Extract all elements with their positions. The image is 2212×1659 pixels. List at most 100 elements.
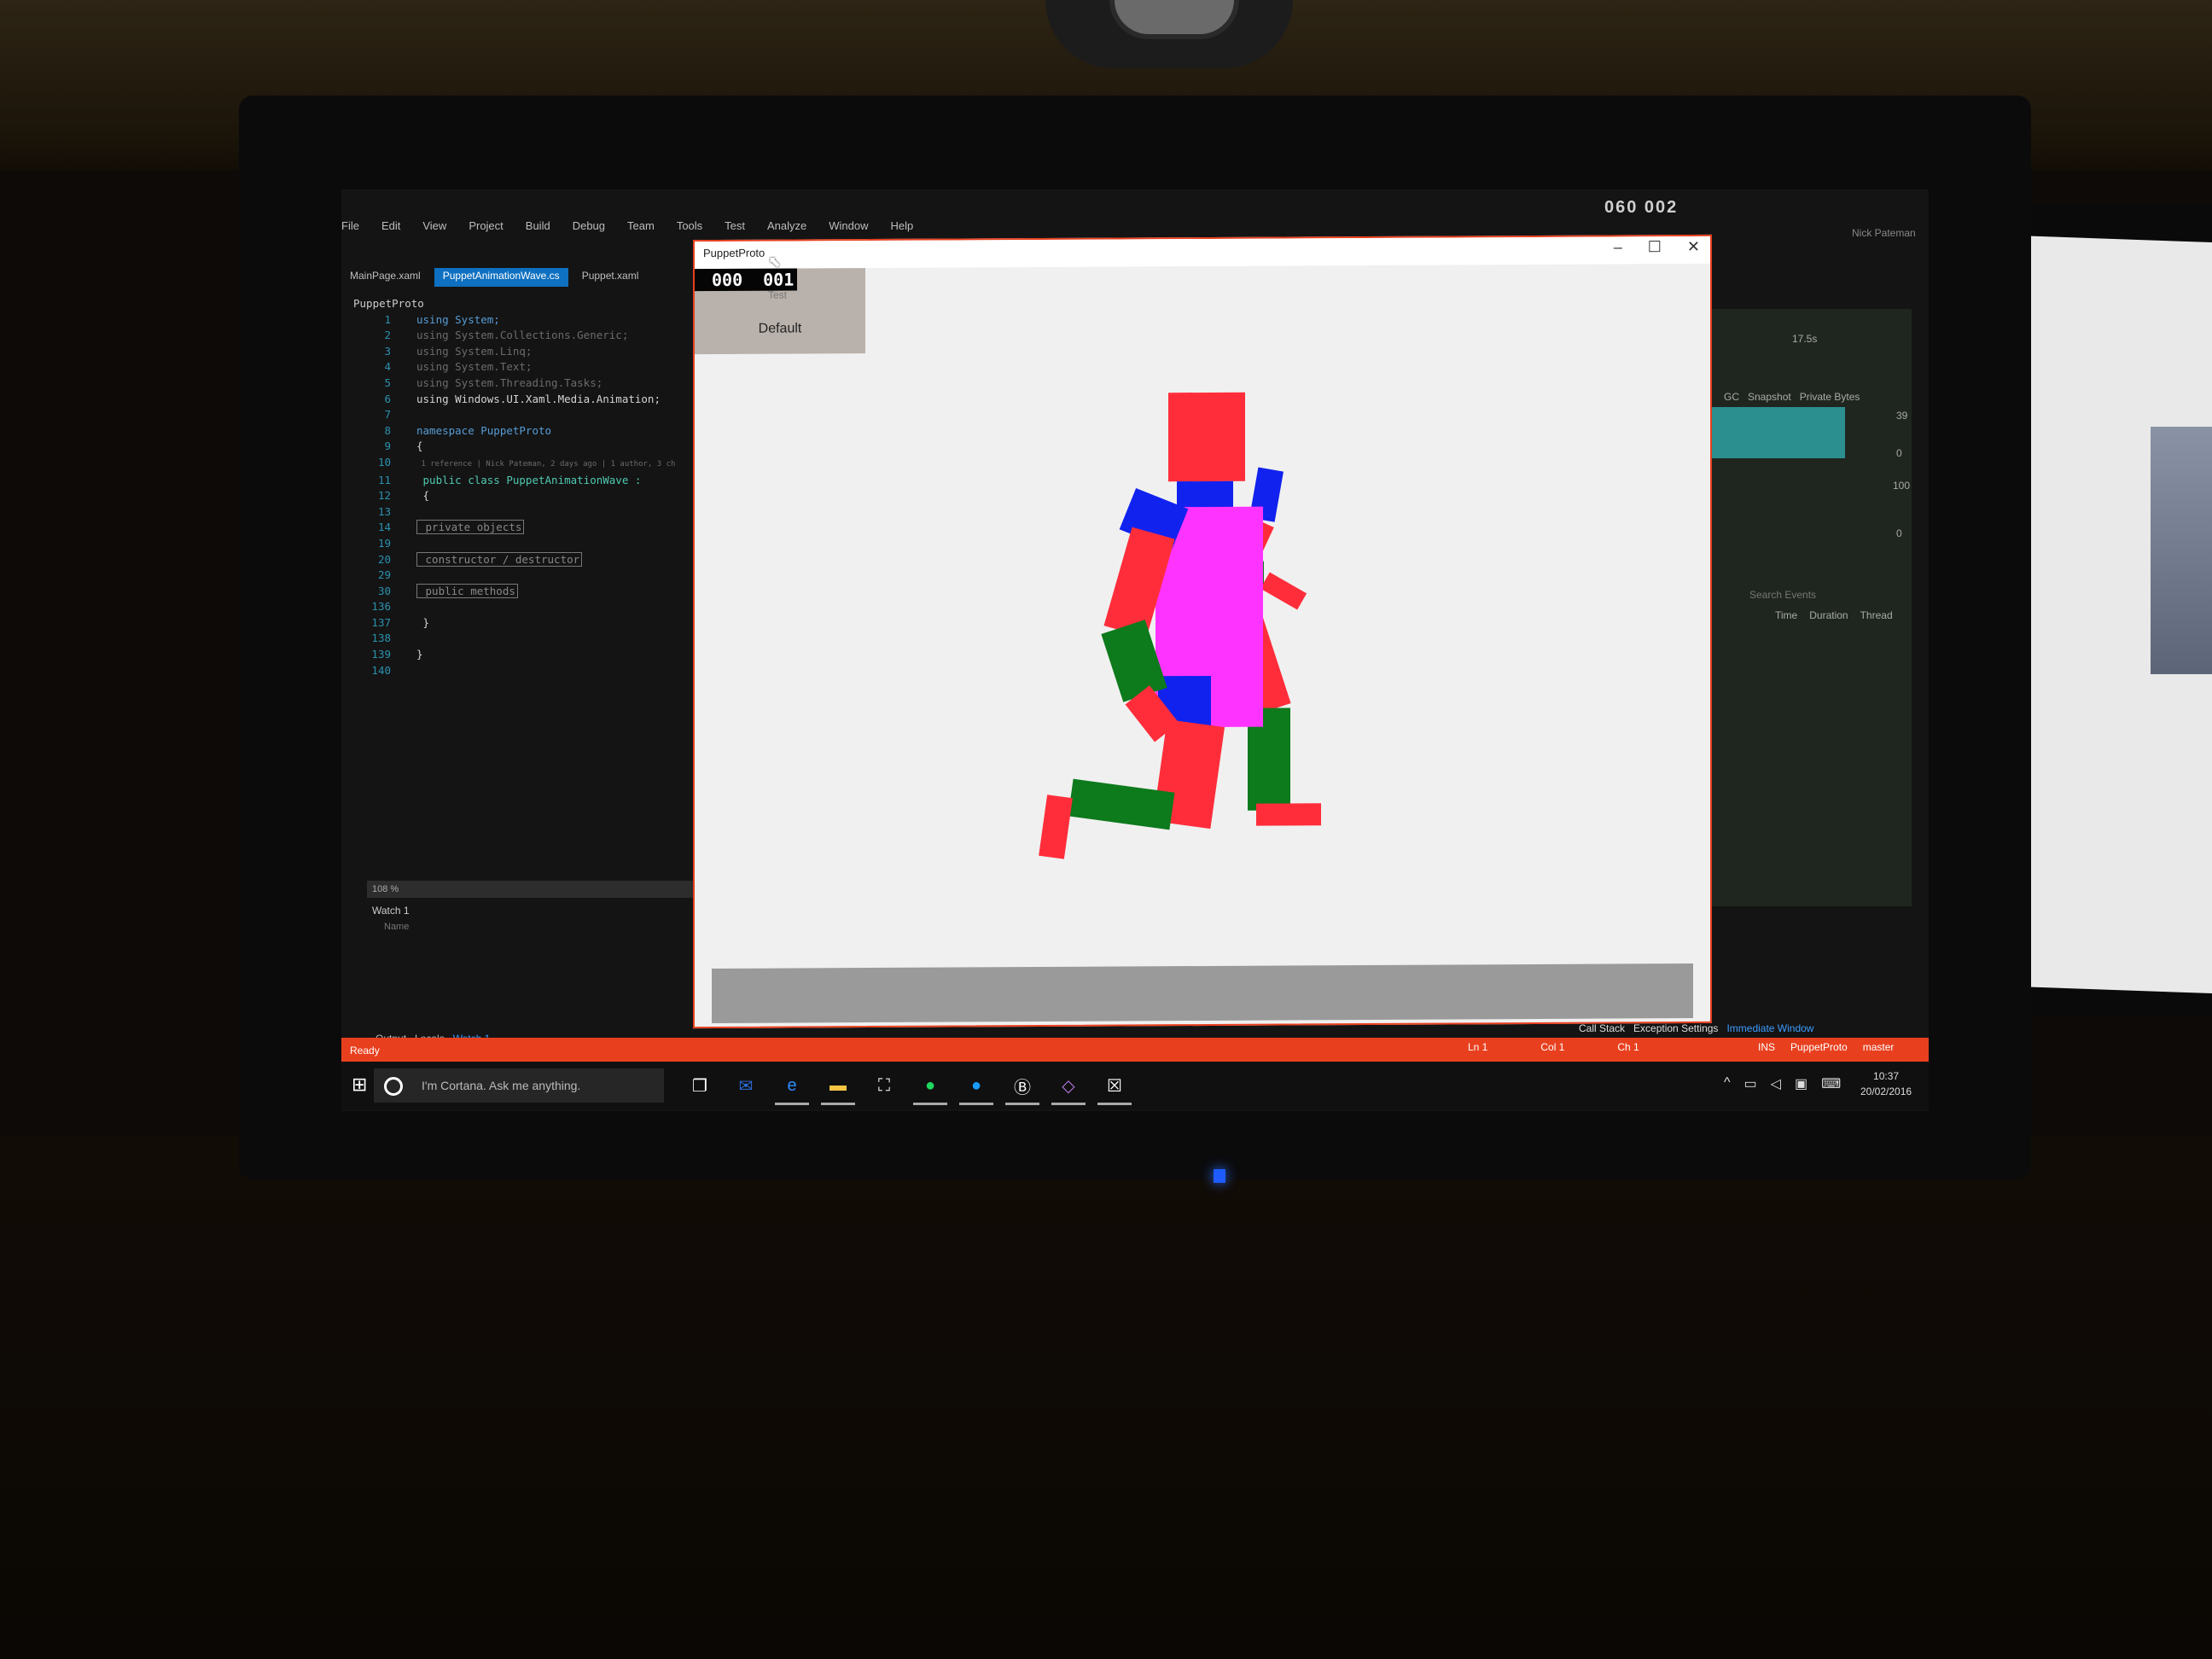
counter-a: 000 bbox=[712, 269, 743, 291]
test-button[interactable]: Test bbox=[768, 289, 787, 301]
menu-debug[interactable]: Debug bbox=[573, 219, 605, 242]
keyboard-icon[interactable]: ⌨ bbox=[1821, 1075, 1841, 1092]
clock-time: 10:37 bbox=[1873, 1070, 1900, 1082]
puppetproto-app-icon[interactable]: ☒ bbox=[1097, 1068, 1132, 1105]
code-line: 11 public class PuppetAnimationWave : bbox=[377, 473, 642, 486]
volume-icon[interactable]: ◁ bbox=[1771, 1075, 1781, 1092]
windows-start-icon[interactable]: ⊞ bbox=[352, 1074, 367, 1096]
column-thread[interactable]: Thread bbox=[1860, 609, 1893, 621]
diagnostic-legend: GC Snapshot Private Bytes bbox=[1724, 391, 1860, 403]
edge-icon[interactable]: e bbox=[775, 1068, 809, 1105]
status-branch[interactable]: master bbox=[1863, 1041, 1895, 1053]
status-ins: INS bbox=[1758, 1041, 1776, 1053]
tab-mainpage[interactable]: MainPage.xaml bbox=[341, 268, 429, 287]
menu-team[interactable]: Team bbox=[627, 219, 655, 242]
chevron-up-icon[interactable]: ^ bbox=[1724, 1075, 1731, 1092]
notification-icon[interactable]: ▣ bbox=[1795, 1075, 1807, 1092]
tab-puppetanimationwave[interactable]: PuppetAnimationWave.cs bbox=[434, 268, 568, 287]
code-line: 8 namespace PuppetProto bbox=[384, 423, 552, 437]
frame-counter: 060 002 bbox=[1604, 198, 1679, 217]
code-line: 19 bbox=[377, 536, 391, 550]
signed-in-user[interactable]: Nick Pateman bbox=[1852, 227, 1916, 239]
cortana-search-box[interactable]: I'm Cortana. Ask me anything. bbox=[374, 1068, 664, 1103]
menu-tools[interactable]: Tools bbox=[677, 219, 702, 242]
menu-project[interactable]: Project bbox=[469, 219, 503, 242]
monitor-screen: File Edit View Project Build Debug Team … bbox=[341, 189, 1929, 1111]
menu-view[interactable]: View bbox=[422, 219, 446, 242]
cortana-icon bbox=[384, 1077, 403, 1096]
legend-private-bytes: Private Bytes bbox=[1799, 391, 1860, 403]
network-icon[interactable]: ▭ bbox=[1744, 1075, 1757, 1092]
legend-snapshot: Snapshot bbox=[1748, 391, 1791, 403]
taskbar-apps: ❐ ✉ e ▬ ⛶ ● ● Ⓑ ◇ ☒ bbox=[683, 1068, 1132, 1105]
tab-immediate-window[interactable]: Immediate Window bbox=[1726, 1022, 1813, 1034]
legend-gc: GC bbox=[1724, 391, 1739, 403]
taskbar-clock[interactable]: 10:37 20/02/2016 bbox=[1860, 1068, 1912, 1099]
puppet-back-foot bbox=[1256, 803, 1321, 826]
project-dropdown[interactable]: PuppetProto bbox=[353, 296, 675, 312]
zoom-level[interactable]: 108 % bbox=[367, 881, 713, 898]
tab-call-stack[interactable]: Call Stack bbox=[1579, 1022, 1625, 1034]
file-explorer-icon[interactable]: ▬ bbox=[821, 1068, 855, 1105]
axis-value: 100 bbox=[1893, 480, 1911, 492]
debug-panel-tabs: Call Stack Exception Settings Immediate … bbox=[1579, 1022, 1813, 1034]
status-line: Ln 1 bbox=[1468, 1041, 1488, 1053]
menu-file[interactable]: File bbox=[341, 219, 359, 242]
cursor-position: Ln 1 Col 1 Ch 1 bbox=[1468, 1041, 1639, 1053]
code-line: 136 bbox=[371, 600, 391, 614]
code-line: 14 private objects bbox=[367, 520, 675, 536]
counter-b: 001 bbox=[763, 269, 795, 290]
mouse-cursor-icon: ⬉ bbox=[768, 253, 782, 271]
code-line: 6 using Windows.UI.Xaml.Media.Animation; bbox=[384, 392, 661, 405]
secondary-monitor-photo bbox=[2151, 427, 2212, 674]
status-col: Col 1 bbox=[1540, 1041, 1565, 1053]
floor-strip bbox=[712, 963, 1693, 1024]
visual-studio-icon[interactable]: ◇ bbox=[1051, 1068, 1086, 1105]
app-b-icon[interactable]: Ⓑ bbox=[1005, 1068, 1039, 1105]
windows-taskbar: ⊞ I'm Cortana. Ask me anything. ❐ ✉ e ▬ … bbox=[341, 1062, 1929, 1109]
menu-analyze[interactable]: Analyze bbox=[767, 219, 806, 242]
tab-exception-settings[interactable]: Exception Settings bbox=[1633, 1022, 1718, 1034]
webcam-lens bbox=[1109, 0, 1239, 39]
code-line: 9{ bbox=[384, 439, 423, 453]
puppetproto-window[interactable]: PuppetProto – ☐ ✕ 000 001 Test Default ⬉ bbox=[693, 234, 1712, 1029]
code-line: 29 bbox=[377, 568, 391, 582]
editor-tabs: MainPage.xaml PuppetAnimationWave.cs Pup… bbox=[341, 268, 647, 287]
store-icon[interactable]: ⛶ bbox=[867, 1068, 901, 1105]
column-duration[interactable]: Duration bbox=[1809, 609, 1848, 621]
tab-puppet-xaml[interactable]: Puppet.xaml bbox=[573, 268, 648, 287]
code-line: 2 using System.Collections.Generic; bbox=[384, 329, 629, 342]
messenger-icon[interactable]: ● bbox=[959, 1068, 993, 1105]
menu-test[interactable]: Test bbox=[725, 219, 745, 242]
code-line: 30 public methods bbox=[367, 583, 675, 600]
axis-value: 0 bbox=[1896, 527, 1902, 539]
close-icon[interactable]: ✕ bbox=[1687, 238, 1700, 256]
task-view-icon[interactable]: ❐ bbox=[683, 1068, 717, 1105]
spotify-icon[interactable]: ● bbox=[913, 1068, 947, 1105]
watch-panel-title: Watch 1 bbox=[372, 905, 410, 917]
window-controls: – ☐ ✕ bbox=[1614, 238, 1700, 257]
status-project[interactable]: PuppetProto bbox=[1790, 1041, 1848, 1053]
code-editor[interactable]: PuppetProto 1 using System; 2 using System… bbox=[353, 296, 675, 678]
power-led bbox=[1214, 1169, 1225, 1183]
menu-edit[interactable]: Edit bbox=[381, 219, 400, 242]
column-time[interactable]: Time bbox=[1775, 609, 1797, 621]
outlook-icon[interactable]: ✉ bbox=[729, 1068, 763, 1105]
default-button[interactable]: Default bbox=[695, 321, 865, 337]
minimize-icon[interactable]: – bbox=[1614, 238, 1622, 256]
menu-build[interactable]: Build bbox=[526, 219, 550, 242]
code-line: 138 bbox=[371, 632, 391, 645]
code-line: 4 using System.Text; bbox=[384, 360, 533, 374]
code-line: 140 bbox=[371, 663, 391, 677]
maximize-icon[interactable]: ☐ bbox=[1648, 238, 1662, 256]
axis-value: 39 bbox=[1896, 410, 1908, 422]
puppet-canvas bbox=[695, 264, 1710, 969]
status-ch: Ch 1 bbox=[1617, 1041, 1639, 1053]
code-line: 1 using System; bbox=[384, 312, 500, 326]
code-line: 3 using System.Linq; bbox=[384, 344, 533, 358]
search-events-input[interactable]: Search Events bbox=[1749, 589, 1816, 601]
code-line: 12 { bbox=[377, 489, 430, 503]
axis-value: 0 bbox=[1896, 447, 1902, 459]
status-ready: Ready bbox=[350, 1045, 380, 1057]
clock-date: 20/02/2016 bbox=[1860, 1086, 1912, 1097]
